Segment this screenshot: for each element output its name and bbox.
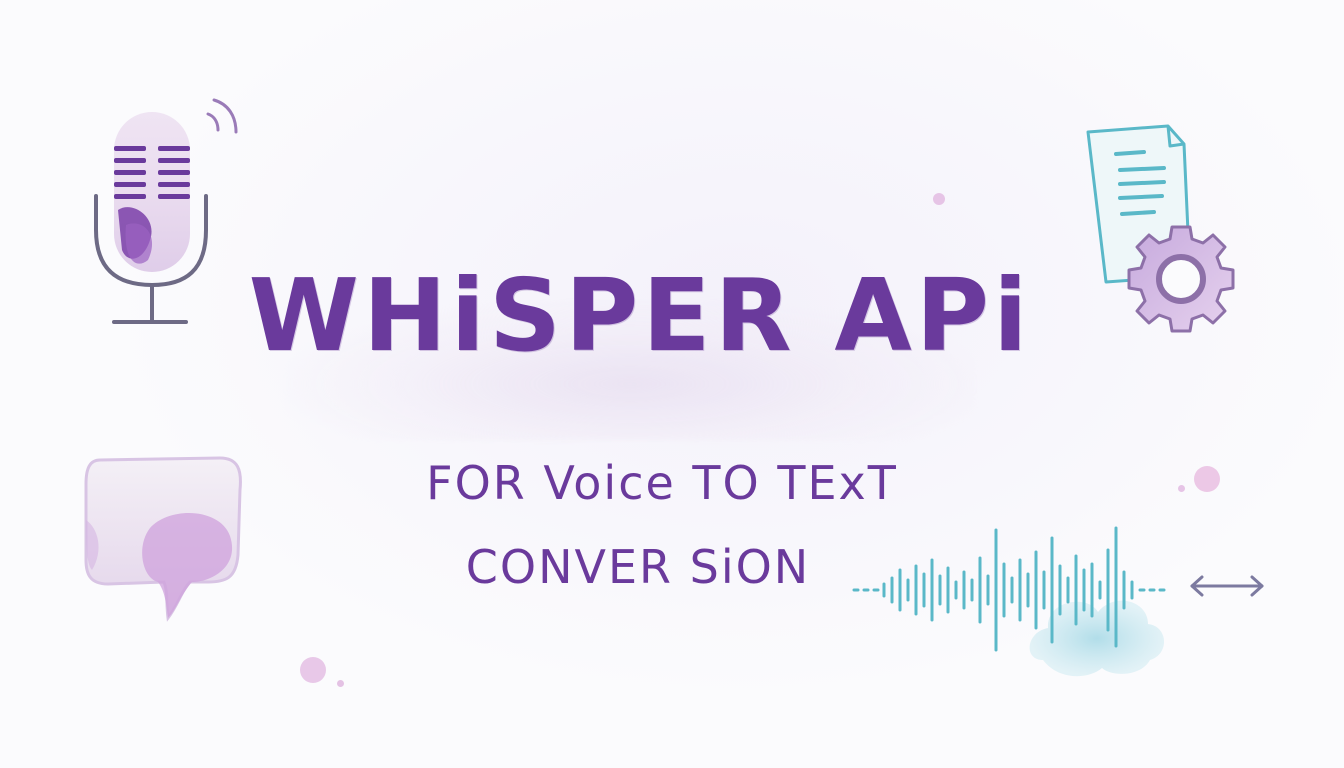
decor-dot	[1178, 485, 1185, 492]
decor-dot	[300, 657, 326, 683]
decor-dot	[1194, 466, 1220, 492]
illustration-canvas: WHiSPER APi FOR Voice TO TExT CONVER SiO…	[0, 0, 1344, 768]
subtitle-line-1: FOR Voice TO TExT	[426, 456, 898, 510]
decor-dot	[337, 680, 344, 687]
decor-dot	[933, 193, 945, 205]
speech-bubble-icon	[84, 456, 242, 622]
sound-waves-icon	[206, 98, 238, 134]
main-title: WHiSPER APi	[248, 256, 1032, 374]
subtitle-line-2: CONVER SiON	[465, 540, 811, 594]
audio-waveform-icon	[852, 526, 1166, 677]
gear-icon	[1127, 225, 1235, 333]
microphone-icon	[94, 112, 208, 324]
double-arrow-icon	[1190, 575, 1264, 597]
